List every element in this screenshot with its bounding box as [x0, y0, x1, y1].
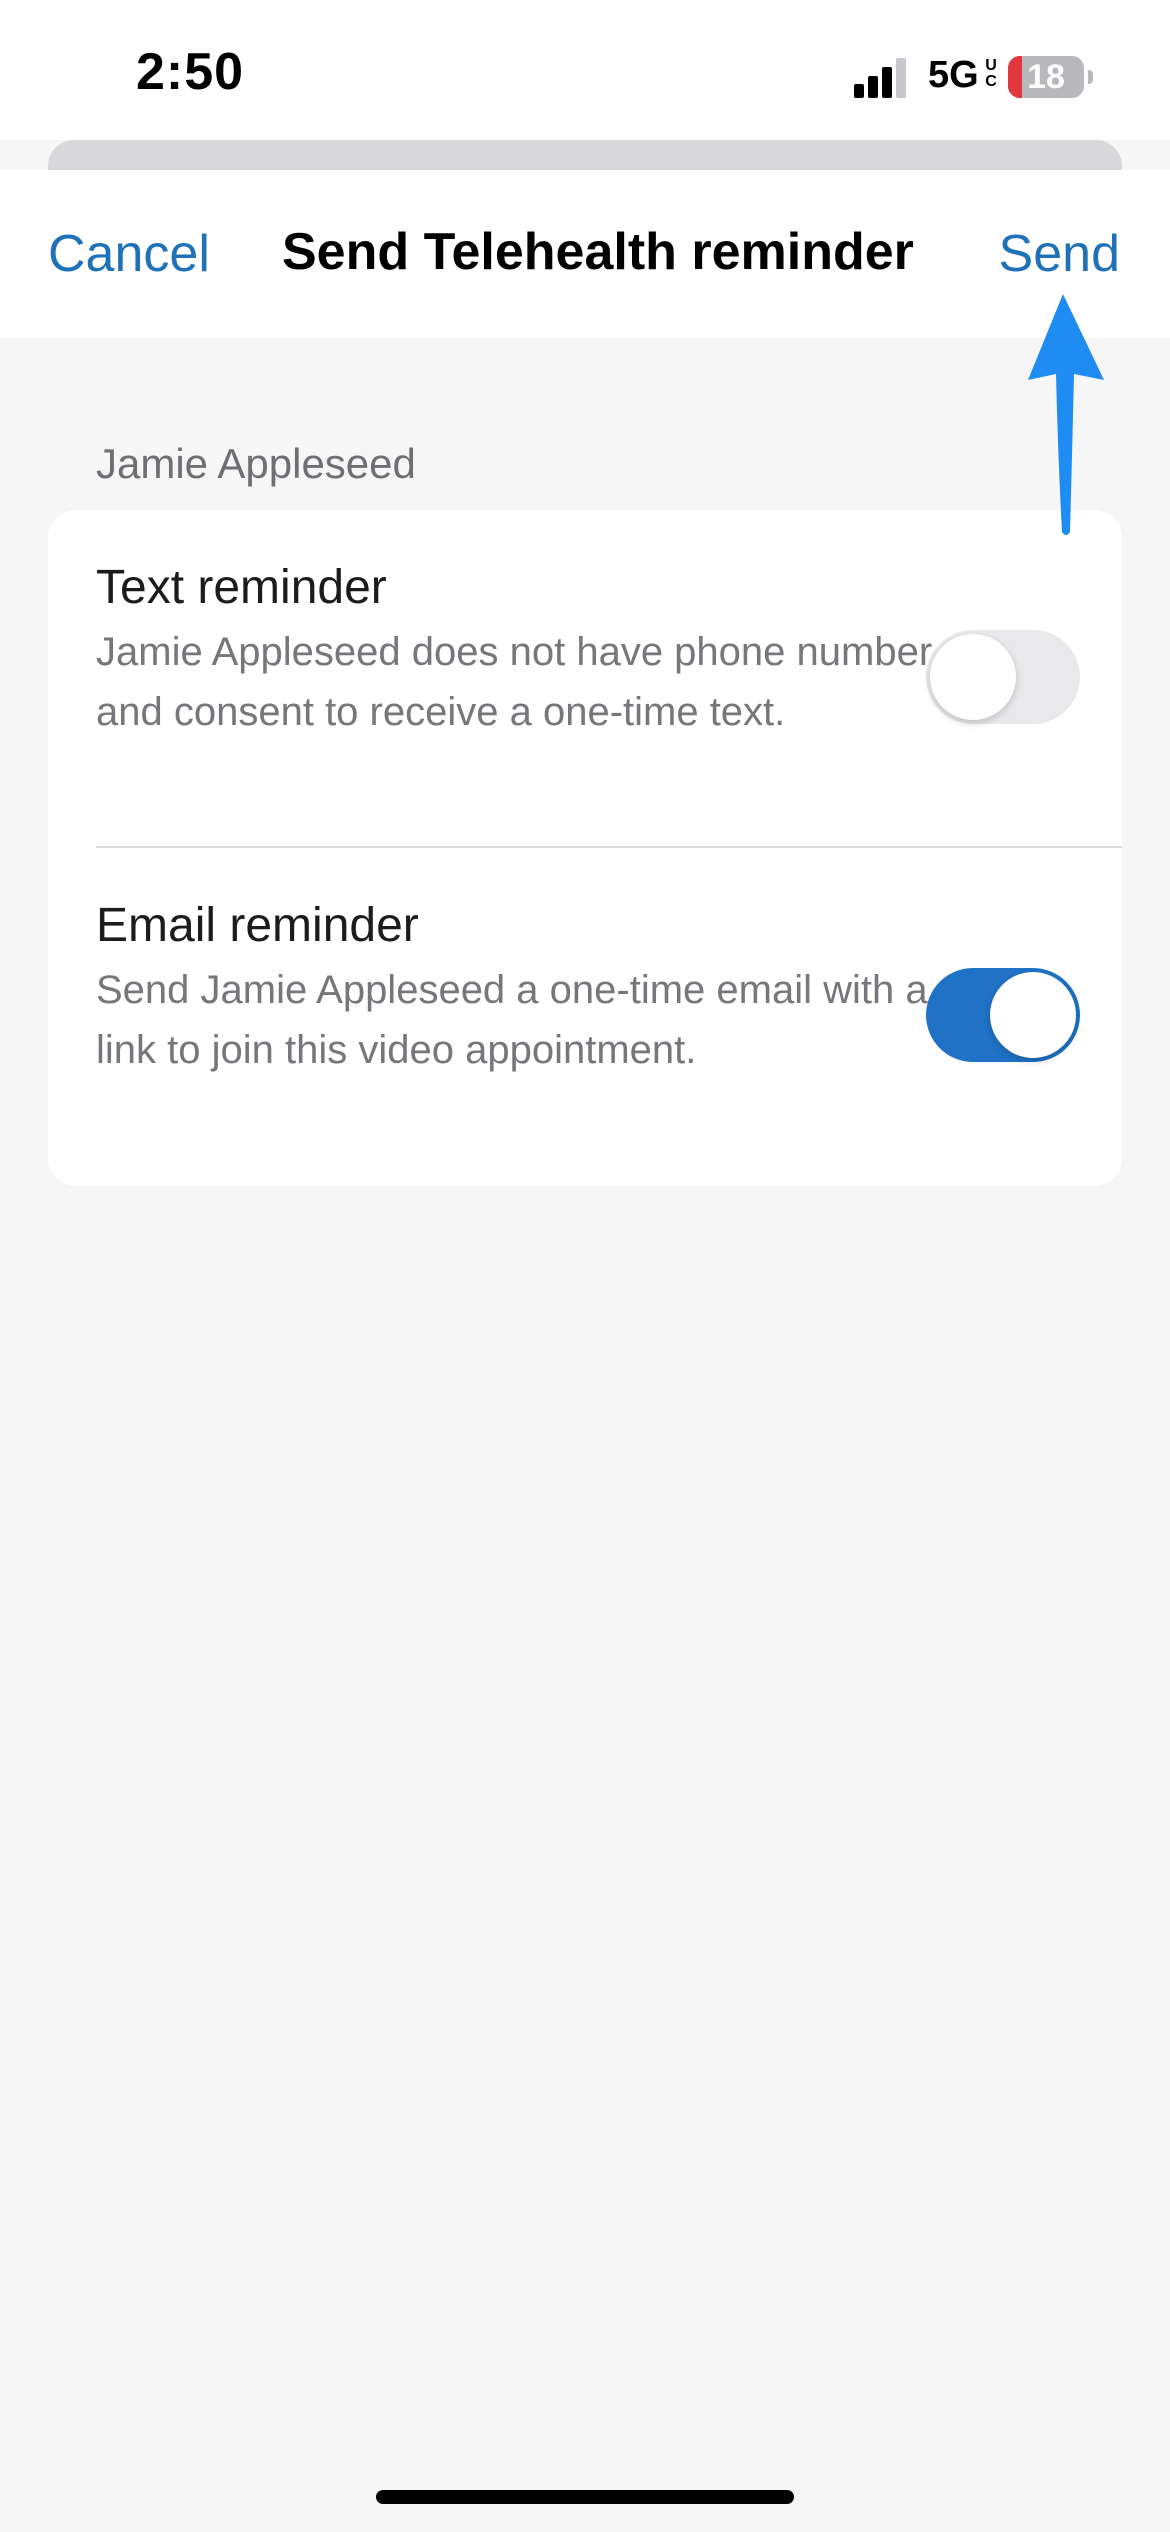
page-title: Send Telehealth reminder — [282, 223, 914, 281]
patient-name-header: Jamie Appleseed — [96, 440, 416, 487]
network-uc-badge: UC — [985, 57, 997, 90]
cellular-signal-icon — [854, 58, 906, 98]
text-reminder-row: Text reminder Jamie Appleseed does not h… — [48, 510, 1122, 846]
battery-icon: 18 — [1008, 56, 1084, 98]
email-reminder-description: Send Jamie Appleseed a one-time email wi… — [96, 968, 928, 1072]
text-reminder-toggle[interactable] — [926, 630, 1080, 724]
toggle-knob — [930, 634, 1016, 720]
status-time: 2:50 — [136, 43, 245, 101]
text-reminder-description: Jamie Appleseed does not have phone numb… — [96, 630, 933, 734]
toggle-knob — [990, 972, 1076, 1058]
network-type: 5G — [928, 54, 979, 96]
arrow-up-icon — [1028, 294, 1104, 535]
email-reminder-row: Email reminder Send Jamie Appleseed a on… — [48, 848, 1122, 1186]
battery-tip — [1088, 70, 1093, 84]
reminder-options-card: Text reminder Jamie Appleseed does not h… — [48, 510, 1122, 1186]
email-reminder-toggle[interactable] — [926, 968, 1080, 1062]
text-reminder-title: Text reminder — [96, 561, 387, 614]
home-indicator — [376, 2490, 794, 2504]
battery-percentage: 18 — [1027, 58, 1065, 96]
cancel-button[interactable]: Cancel — [48, 224, 210, 284]
status-bar: 2:50 5G UC 18 — [0, 0, 1170, 140]
send-button[interactable]: Send — [999, 224, 1120, 284]
email-reminder-title: Email reminder — [96, 899, 419, 952]
